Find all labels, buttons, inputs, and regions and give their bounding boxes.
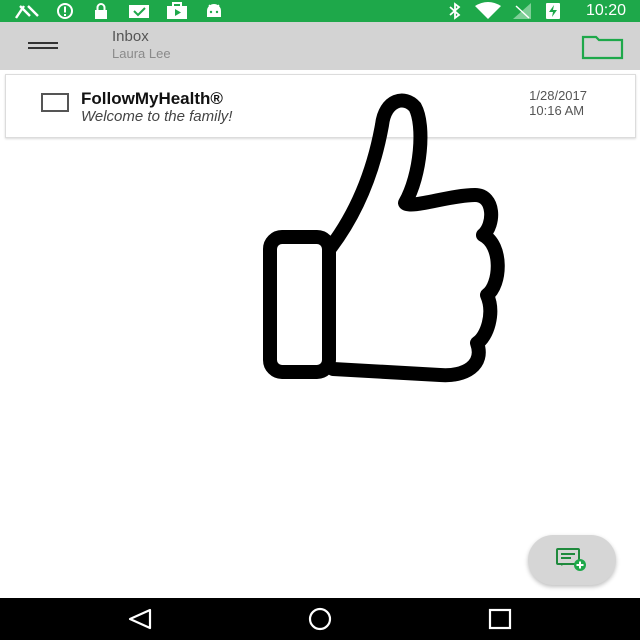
mail-check-icon: [128, 2, 150, 20]
home-circle-icon[interactable]: [300, 606, 340, 632]
message-date: 1/28/2017: [529, 88, 587, 103]
status-time: 10:20: [585, 2, 626, 19]
page-title: Inbox: [112, 28, 149, 45]
message-time: 10:16 AM: [529, 103, 585, 118]
app-bar: Inbox Laura Lee: [0, 22, 640, 70]
compose-message-button[interactable]: [528, 535, 616, 585]
bluetooth-icon: [448, 2, 462, 20]
wifi-icon: [474, 2, 502, 20]
title-block: Inbox Laura Lee: [112, 28, 171, 62]
page-subtitle: Laura Lee: [112, 46, 171, 61]
battery-charging-icon: [544, 2, 562, 20]
system-nav-bar: [0, 598, 640, 640]
hamburger-menu-icon[interactable]: [26, 35, 62, 57]
folder-icon[interactable]: [578, 32, 626, 62]
thumbs-up-icon: [255, 85, 515, 385]
briefcase-play-icon: [166, 2, 188, 20]
message-checkbox[interactable]: [41, 93, 69, 112]
alert-circle-icon: [56, 2, 74, 20]
status-bar: 10:20: [0, 0, 640, 22]
lock-icon: [92, 2, 110, 20]
message-sender: FollowMyHealth®: [81, 89, 223, 108]
recents-square-icon[interactable]: [480, 606, 520, 632]
fax-icon: [14, 2, 42, 20]
compose-message-icon: [556, 548, 586, 571]
back-triangle-icon[interactable]: [122, 606, 162, 632]
message-timestamp: 1/28/2017 10:16 AM: [529, 88, 587, 118]
message-preview: Welcome to the family!: [81, 108, 233, 125]
no-signal-icon: [512, 2, 532, 20]
android-icon: [204, 2, 224, 20]
